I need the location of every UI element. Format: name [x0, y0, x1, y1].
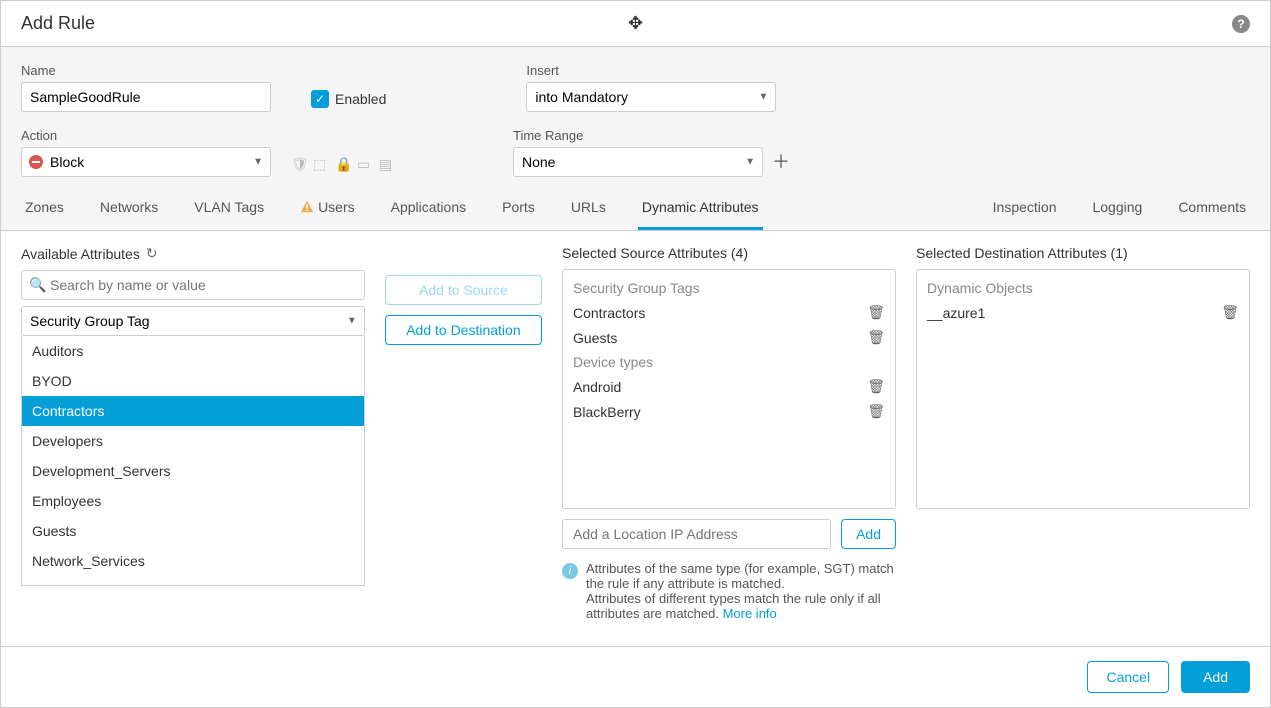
insert-label: Insert [526, 63, 776, 78]
cancel-button[interactable]: Cancel [1087, 661, 1169, 693]
info-line1: Attributes of the same type (for example… [586, 561, 894, 591]
action-icon-row: 🛡 ⬚ 🔒 ▭ ▤ [291, 156, 395, 172]
tab-ports[interactable]: Ports [498, 187, 539, 230]
group-title: Dynamic Objects [927, 276, 1239, 300]
content-area: Available Attributes ↻ 🔍 Security Group … [1, 231, 1270, 646]
add-to-destination-button[interactable]: Add to Destination [385, 315, 542, 345]
source-column: Selected Source Attributes (4) Security … [562, 245, 896, 632]
tab-inspection[interactable]: Inspection [989, 187, 1061, 230]
list-item[interactable]: Contractors [22, 396, 364, 426]
add-location-button[interactable]: Add [841, 519, 896, 549]
enabled-checkbox[interactable]: ✓ [311, 90, 329, 108]
transfer-buttons: Add to Source Add to Destination [385, 245, 542, 632]
info-text: Attributes of the same type (for example… [586, 561, 896, 621]
form-area: Name ✓ Enabled Insert into Mandatory ▼ A… [1, 47, 1270, 187]
block-icon [29, 155, 43, 169]
destination-title: Selected Destination Attributes (1) [916, 245, 1250, 261]
warning-icon [300, 200, 314, 214]
refresh-icon[interactable]: ↻ [146, 245, 158, 262]
group-title: Security Group Tags [573, 276, 885, 300]
selected-item: Contractors 🗑 [573, 300, 885, 325]
tab-comments[interactable]: Comments [1174, 187, 1250, 230]
shield-icon: 🛡 [291, 156, 307, 172]
trash-icon[interactable]: 🗑 [867, 378, 885, 395]
variable-icon: ⬚ [313, 156, 329, 172]
log-icon: ▤ [379, 156, 395, 172]
trash-icon[interactable]: 🗑 [867, 329, 885, 346]
time-range-select[interactable]: None [513, 147, 763, 177]
selected-item: BlackBerry 🗑 [573, 399, 885, 424]
available-title: Available Attributes ↻ [21, 245, 365, 262]
action-select[interactable]: Block [21, 147, 271, 177]
help-icon[interactable]: ? [1232, 15, 1250, 33]
time-range-label: Time Range [513, 128, 793, 143]
list-item[interactable]: Guests [22, 516, 364, 546]
destination-column: Selected Destination Attributes (1) Dyna… [916, 245, 1250, 632]
list-item[interactable]: Developers [22, 426, 364, 456]
file-icon: ▭ [357, 156, 373, 172]
source-list: Security Group Tags Contractors 🗑 Guests… [562, 269, 896, 509]
search-input[interactable] [21, 270, 365, 300]
selected-item: Guests 🗑 [573, 325, 885, 350]
info-row: i Attributes of the same type (for examp… [562, 561, 896, 621]
selected-item: __azure1 🗑 [927, 300, 1239, 325]
available-title-text: Available Attributes [21, 246, 140, 262]
add-time-range-button[interactable]: ＋ [769, 149, 793, 173]
list-item[interactable]: Network_Services [22, 546, 364, 576]
trash-icon[interactable]: 🗑 [867, 403, 885, 420]
tab-networks[interactable]: Networks [96, 187, 162, 230]
tab-logging[interactable]: Logging [1088, 187, 1146, 230]
item-label: Contractors [573, 305, 645, 321]
name-input[interactable] [21, 82, 271, 112]
lock-icon: 🔒 [335, 156, 351, 172]
attribute-type-select[interactable]: Security Group Tag [21, 306, 365, 336]
tabs-left: Zones Networks VLAN Tags Users Applicati… [21, 187, 763, 230]
item-label: Guests [573, 330, 617, 346]
attribute-list[interactable]: Auditors BYOD Contractors Developers Dev… [21, 336, 365, 586]
available-column: Available Attributes ↻ 🔍 Security Group … [21, 245, 365, 632]
tab-dynamic-attributes[interactable]: Dynamic Attributes [638, 187, 763, 230]
insert-select[interactable]: into Mandatory [526, 82, 776, 112]
tab-urls[interactable]: URLs [567, 187, 610, 230]
list-item[interactable]: Employees [22, 486, 364, 516]
source-title: Selected Source Attributes (4) [562, 245, 896, 261]
trash-icon[interactable]: 🗑 [867, 304, 885, 321]
group-title: Device types [573, 350, 885, 374]
tabs: Zones Networks VLAN Tags Users Applicati… [1, 187, 1270, 231]
enabled-label: Enabled [335, 91, 386, 107]
search-icon: 🔍 [29, 277, 46, 294]
trash-icon[interactable]: 🗑 [1221, 304, 1239, 321]
list-item[interactable]: Auditors [22, 336, 364, 366]
item-label: Android [573, 379, 621, 395]
dialog-footer: Cancel Add [1, 646, 1270, 707]
tab-users-label: Users [318, 199, 355, 215]
tab-users[interactable]: Users [296, 187, 359, 230]
destination-list: Dynamic Objects __azure1 🗑 [916, 269, 1250, 509]
add-to-source-button[interactable]: Add to Source [385, 275, 542, 305]
dialog-title: Add Rule [21, 13, 95, 34]
action-label: Action [21, 128, 271, 143]
list-item[interactable]: Development_Servers [22, 456, 364, 486]
drag-handle-icon[interactable]: ✥ [628, 13, 643, 34]
tab-vlan-tags[interactable]: VLAN Tags [190, 187, 268, 230]
tabs-right: Inspection Logging Comments [989, 187, 1250, 230]
add-button[interactable]: Add [1181, 661, 1250, 693]
more-info-link[interactable]: More info [723, 606, 777, 621]
item-label: __azure1 [927, 305, 985, 321]
tab-zones[interactable]: Zones [21, 187, 68, 230]
tab-applications[interactable]: Applications [387, 187, 471, 230]
add-rule-dialog: Add Rule ✥ ? Name ✓ Enabled Insert into … [0, 0, 1271, 708]
item-label: BlackBerry [573, 404, 641, 420]
selected-item: Android 🗑 [573, 374, 885, 399]
location-ip-input[interactable] [562, 519, 831, 549]
name-label: Name [21, 63, 271, 78]
list-item[interactable]: BYOD [22, 366, 364, 396]
info-icon: i [562, 563, 578, 579]
dialog-header: Add Rule ✥ ? [1, 1, 1270, 47]
